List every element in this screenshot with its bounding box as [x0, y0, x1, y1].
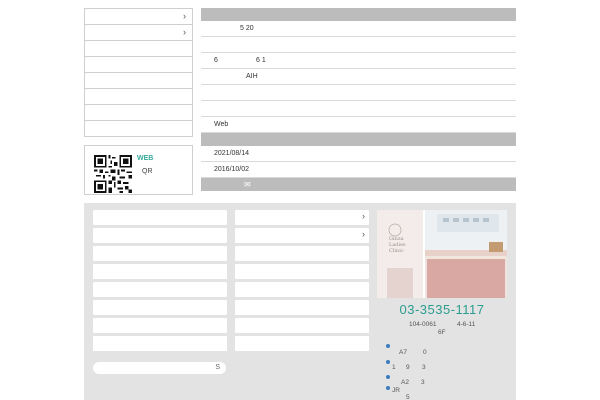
clinic-logo-text: Clinic: [389, 248, 404, 254]
access-line-2: 1: [392, 364, 396, 371]
footer-nav-column-2: › ›: [235, 210, 369, 354]
info-row-7: Web: [201, 117, 516, 133]
access-line-3: A2: [401, 379, 409, 386]
info-row-3: 6 6 1: [201, 53, 516, 69]
footer-nav-item[interactable]: [235, 300, 369, 315]
sidebar-item-3[interactable]: [85, 41, 192, 57]
mail-contact-bar[interactable]: ✉: [201, 178, 516, 191]
footer-nav-item[interactable]: [93, 264, 227, 279]
chevron-right-icon: ›: [362, 211, 365, 221]
bullet-dot: [386, 344, 390, 348]
clinic-info-table: 5 20 6 6 1 AIH Web 2021/08/14 2016/10/02…: [201, 8, 516, 191]
footer: › › S Ginza Ladies Clinic 03-3535-1117 1…: [84, 203, 516, 400]
sidebar-item-7[interactable]: [85, 105, 192, 121]
chevron-right-icon: ›: [183, 11, 186, 21]
chevron-right-icon: ›: [183, 27, 186, 37]
news-date-1: 2021/08/14: [214, 150, 250, 157]
sidebar-item-4[interactable]: [85, 57, 192, 73]
info-row-7-label: Web: [214, 121, 229, 128]
sidebar-item-2[interactable]: ›: [85, 25, 192, 41]
footer-nav-item[interactable]: [235, 246, 369, 261]
qr-code-panel: WEB QR: [84, 145, 193, 195]
bullet-dot: [386, 375, 390, 379]
news-row-1[interactable]: 2021/08/14: [201, 146, 516, 162]
sidebar-item-5[interactable]: [85, 73, 192, 89]
street-address: 4-6-11: [457, 321, 476, 328]
qr-web-label: WEB: [137, 155, 154, 162]
info-row-4-value: AIH: [246, 73, 258, 80]
qr-code-image[interactable]: [94, 155, 132, 193]
qr-text-label: QR: [142, 168, 153, 175]
clinic-reception-photo: Ginza Ladies Clinic: [377, 210, 507, 298]
footer-nav-item[interactable]: [93, 300, 227, 315]
postal-code: 104-0061: [409, 321, 437, 328]
sidebar-item-1[interactable]: ›: [85, 9, 192, 25]
footer-nav-item[interactable]: [235, 282, 369, 297]
footer-nav-item[interactable]: [93, 318, 227, 333]
news-row-2[interactable]: 2016/10/02: [201, 162, 516, 178]
footer-nav-item[interactable]: [93, 246, 227, 261]
mail-icon: ✉: [244, 180, 251, 189]
info-row-5: [201, 85, 516, 101]
footer-nav-item[interactable]: [235, 336, 369, 351]
access-num-3: 3: [421, 379, 425, 386]
sidebar-item-6[interactable]: [85, 89, 192, 105]
info-row-3-label: 6: [214, 57, 218, 64]
footer-nav-item[interactable]: [93, 336, 227, 351]
access-num-2: 9: [406, 364, 410, 371]
info-row-6: [201, 101, 516, 117]
news-header-bar: [201, 133, 516, 146]
access-line-1: A7: [399, 349, 407, 356]
floor-number: 6F: [438, 329, 446, 336]
access-line-4: JR: [392, 387, 400, 394]
access-extra-2: 3: [422, 364, 426, 371]
bullet-dot: [386, 386, 390, 390]
search-icon[interactable]: S: [215, 364, 220, 371]
info-row-2: [201, 37, 516, 53]
sidebar-item-8[interactable]: [85, 121, 192, 137]
footer-nav-item[interactable]: ›: [235, 210, 369, 225]
access-num-4: 5: [406, 394, 410, 400]
news-date-2: 2016/10/02: [214, 166, 250, 173]
chevron-right-icon: ›: [362, 229, 365, 239]
sidebar-menu: › ›: [84, 8, 193, 137]
info-row-1-value: 5 20: [240, 25, 254, 32]
access-num-1: 0: [423, 349, 427, 356]
footer-nav-item[interactable]: [235, 318, 369, 333]
info-row-4: AIH: [201, 69, 516, 85]
info-row-3-value: 6 1: [256, 57, 266, 64]
footer-nav-item[interactable]: [235, 264, 369, 279]
site-search-input[interactable]: S: [93, 362, 226, 374]
info-header-bar: [201, 8, 516, 21]
footer-nav-column-1: [93, 210, 227, 354]
bullet-dot: [386, 360, 390, 364]
footer-nav-item[interactable]: [93, 228, 227, 243]
phone-number[interactable]: 03-3535-1117: [377, 302, 507, 317]
info-row-1: 5 20: [201, 21, 516, 37]
footer-nav-item[interactable]: ›: [235, 228, 369, 243]
footer-nav-item[interactable]: [93, 282, 227, 297]
footer-nav-item[interactable]: [93, 210, 227, 225]
